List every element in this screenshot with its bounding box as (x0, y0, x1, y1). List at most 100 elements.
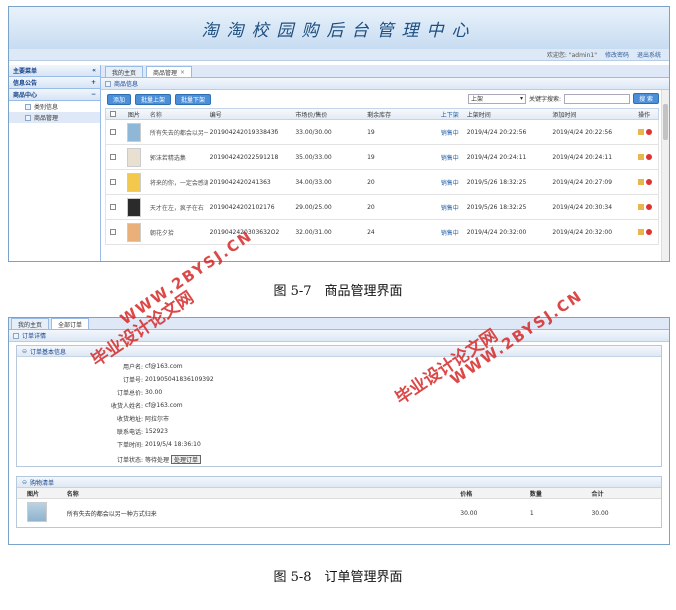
sidebar-main-menu-label: 主要菜单 (13, 68, 38, 75)
order-field-row: 用户名: cf@163.com (17, 360, 661, 373)
collapse-icon[interactable]: − (91, 91, 96, 98)
delete-icon[interactable] (646, 129, 653, 135)
edit-icon[interactable] (638, 179, 645, 185)
product-table: 图片 名称 编号 市场价/售价 剩余库存 上下架 上架时间 添加时间 操作 所有… (105, 108, 659, 245)
order-field-row: 下单时间: 2019/5/4 18:36:10 (17, 438, 661, 451)
product-code: 201904242022591218 (209, 153, 279, 161)
edit-icon[interactable] (638, 204, 645, 210)
product-stock: 19 (367, 153, 375, 161)
expand-icon[interactable]: + (91, 79, 96, 86)
batch-off-shelf-button[interactable]: 批量下架 (175, 93, 212, 105)
tab-label: 我的主页 (18, 321, 43, 329)
cart-table-header: 图片 名称 价格 数量 合计 (17, 488, 661, 499)
product-status-link[interactable]: 销售中 (439, 153, 465, 162)
field-label: 联系电话: (116, 429, 143, 436)
order-basic-info: ⊖ 订单基本信息 用户名: cf@163.com 订单号: 2019050418361… (16, 345, 662, 467)
product-stock: 19 (367, 128, 375, 136)
order-field-row: 联系电话: 152923 (17, 425, 661, 438)
product-code: 2019042420241363 (209, 178, 271, 186)
row-checkbox[interactable] (109, 204, 116, 210)
edit-icon[interactable] (638, 154, 645, 160)
table-row: 郭沫若精选集 201904242022591218 35.00/33.00 19 销售中… (105, 145, 659, 170)
sidebar-item-categories[interactable]: 类别信息 (9, 101, 100, 112)
field-value: 201905041836109392 (145, 376, 214, 383)
tab-all-orders[interactable]: 全部订单 (51, 318, 90, 329)
product-price: 29.00/25.00 (295, 203, 332, 211)
change-password-link[interactable]: 修改密码 (605, 50, 629, 59)
field-value: 152923 (145, 428, 168, 435)
cart-item-price: 30.00 (460, 509, 478, 517)
status-select[interactable]: 上架 ▾ (468, 93, 527, 104)
edit-icon[interactable] (638, 229, 645, 235)
add-time: 2019/4/24 20:32:00 (552, 228, 613, 236)
row-checkbox[interactable] (109, 129, 116, 135)
row-checkbox[interactable] (109, 179, 116, 185)
on-shelf-time: 2019/4/24 20:22:56 (466, 128, 527, 136)
keyword-input[interactable] (564, 93, 631, 104)
vertical-scrollbar[interactable] (661, 90, 669, 261)
sidebar-item-label: 商品管理 (34, 115, 59, 122)
panel-title: 订单详情 (22, 333, 47, 340)
row-select-cell (106, 179, 118, 185)
sidebar-group-products[interactable]: 商品中心 − (9, 89, 100, 101)
delete-icon[interactable] (646, 179, 653, 185)
cart-item-name: 所有失去的都会以另一种方式归来 (66, 510, 157, 518)
sidebar: 主要菜单 « 信息公告 + 商品中心 − 类别信息 商品管理 (9, 65, 101, 261)
tab-home[interactable]: 我的主页 (105, 66, 144, 77)
tab-product-management[interactable]: 商品管理 × (146, 66, 193, 77)
column-header: 上下架 (440, 111, 459, 119)
product-status-link[interactable]: 销售中 (439, 128, 465, 137)
row-select-cell (106, 154, 118, 160)
section-title: 购物清单 (30, 479, 55, 487)
collapse-icon[interactable]: ⊖ (22, 479, 27, 486)
sidebar-item-product-management[interactable]: 商品管理 (9, 112, 100, 123)
column-header: 市场价/售价 (295, 111, 328, 119)
logout-link[interactable]: 退出系统 (637, 50, 661, 59)
product-stock: 24 (367, 228, 375, 236)
column-header: 合计 (591, 490, 604, 498)
product-name: 天才在左，疯子在右 (149, 204, 204, 212)
collapse-sidebar-icon[interactable]: « (92, 67, 96, 74)
product-name: 将来的你，一定会感谢 (149, 179, 208, 187)
collapse-icon[interactable]: ⊖ (22, 348, 27, 355)
process-order-button[interactable]: 处理订单 (171, 455, 202, 464)
field-value: 阿拉尔市 (145, 416, 170, 423)
delete-icon[interactable] (646, 204, 653, 210)
product-thumbnail (126, 222, 141, 242)
row-checkbox[interactable] (109, 229, 116, 235)
row-actions (636, 229, 658, 235)
tab-home[interactable]: 我的主页 (11, 318, 50, 329)
tab-bar: 我的主页 全部订单 (9, 318, 669, 330)
admin-banner: 淘淘校园购后台管理中心 (9, 7, 669, 49)
edit-icon[interactable] (638, 129, 645, 135)
scroll-thumb[interactable] (663, 104, 668, 140)
delete-icon[interactable] (646, 229, 653, 235)
image-cell (118, 172, 148, 192)
product-thumbnail (126, 122, 141, 142)
batch-on-shelf-button[interactable]: 批量上架 (135, 93, 172, 105)
welcome-text: 欢迎您: "admin1" (546, 52, 597, 59)
product-status-link[interactable]: 销售中 (439, 178, 465, 187)
product-name: 所有失去的都会以另一 (149, 129, 208, 137)
order-fields: 用户名: cf@163.com 订单号: 201905041836109392 订单总价… (17, 357, 661, 453)
close-tab-icon[interactable]: × (180, 69, 185, 76)
delete-icon[interactable] (646, 154, 653, 160)
page-icon (25, 103, 31, 110)
sidebar-group-notice[interactable]: 信息公告 + (9, 77, 100, 89)
search-button[interactable]: 搜 索 (633, 93, 659, 104)
row-select-cell (106, 129, 118, 135)
product-thumbnail (126, 197, 141, 217)
tab-bar: 我的主页 商品管理 × (101, 65, 669, 78)
product-status-link[interactable]: 销售中 (439, 228, 465, 237)
keyword-label: 关键字搜索: (529, 96, 562, 103)
product-status-link[interactable]: 销售中 (439, 203, 465, 212)
add-button[interactable]: 添加 (107, 93, 132, 105)
row-checkbox[interactable] (109, 154, 116, 160)
on-shelf-time: 2019/5/26 18:32:25 (466, 203, 527, 211)
banner-title: 淘淘校园购后台管理中心 (201, 20, 477, 41)
sidebar-group-label: 商品中心 (13, 92, 38, 99)
sidebar-item-label: 类别信息 (34, 104, 59, 111)
row-actions (636, 179, 658, 185)
select-all-checkbox[interactable] (109, 111, 116, 117)
product-code: 20190424201933843б (209, 128, 279, 136)
